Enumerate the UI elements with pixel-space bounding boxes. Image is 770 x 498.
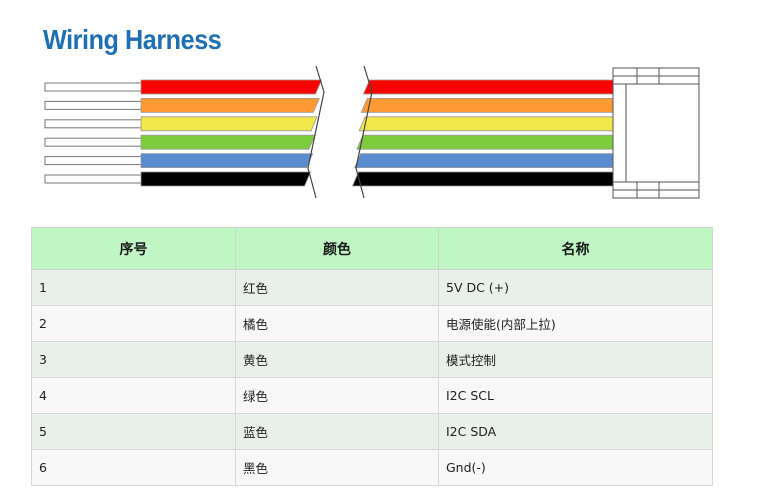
header-color: 颜色 bbox=[235, 227, 439, 270]
table-row: 1 红色 5V DC (+) bbox=[31, 269, 713, 306]
wire-tip-2 bbox=[44, 100, 143, 110]
wire-left-5 bbox=[140, 153, 314, 168]
cell-color: 蓝色 bbox=[235, 413, 439, 450]
cell-color: 绿色 bbox=[235, 377, 439, 414]
cell-color: 黄色 bbox=[235, 341, 439, 378]
table-row: 6 黑色 Gnd(-) bbox=[31, 449, 713, 486]
wire-right-4 bbox=[356, 134, 614, 150]
wire-left-2 bbox=[140, 98, 320, 113]
wire-tip-1 bbox=[44, 82, 143, 92]
header-number: 序号 bbox=[31, 227, 236, 270]
cell-name: 5V DC (+) bbox=[438, 269, 713, 306]
cell-color: 红色 bbox=[235, 269, 439, 306]
wire-tip-3 bbox=[44, 119, 143, 129]
table-row: 5 蓝色 I2C SDA bbox=[31, 413, 713, 450]
table-row: 4 绿色 I2C SCL bbox=[31, 377, 713, 414]
wire-left-1 bbox=[140, 79, 323, 95]
cell-number: 6 bbox=[31, 449, 236, 486]
wire-right-3 bbox=[358, 116, 614, 132]
cell-number: 4 bbox=[31, 377, 236, 414]
cell-name: Gnd(-) bbox=[438, 449, 713, 486]
wire-right-5 bbox=[354, 153, 614, 168]
table-row: 3 黄色 模式控制 bbox=[31, 341, 713, 378]
wire-right-6 bbox=[351, 171, 614, 187]
pin-table: 序号 颜色 名称 1 红色 5V DC (+) 2 橘色 电源使能(内部上拉) … bbox=[31, 227, 713, 486]
wire-right-2 bbox=[360, 98, 614, 113]
wire-tip-6 bbox=[44, 174, 143, 184]
wire-tip-5 bbox=[44, 156, 143, 166]
cell-number: 3 bbox=[31, 341, 236, 378]
page-title: Wiring Harness bbox=[43, 24, 222, 55]
cell-name: I2C SCL bbox=[438, 377, 713, 414]
header-name: 名称 bbox=[438, 227, 713, 270]
cell-color: 橘色 bbox=[235, 305, 439, 342]
wire-right-1 bbox=[362, 79, 614, 95]
cell-number: 1 bbox=[31, 269, 236, 306]
cell-number: 5 bbox=[31, 413, 236, 450]
connector-housing bbox=[612, 67, 700, 199]
wire-left-4 bbox=[140, 134, 316, 150]
cell-name: I2C SDA bbox=[438, 413, 713, 450]
table-header-row: 序号 颜色 名称 bbox=[31, 227, 713, 270]
wire-tip-4 bbox=[44, 137, 143, 147]
cell-name: 电源使能(内部上拉) bbox=[438, 305, 713, 342]
cell-color: 黑色 bbox=[235, 449, 439, 486]
cell-name: 模式控制 bbox=[438, 341, 713, 378]
wire-left-3 bbox=[140, 116, 318, 132]
cell-number: 2 bbox=[31, 305, 236, 342]
wiring-harness-diagram bbox=[44, 65, 700, 199]
wire-left-6 bbox=[140, 171, 312, 187]
table-row: 2 橘色 电源使能(内部上拉) bbox=[31, 305, 713, 342]
